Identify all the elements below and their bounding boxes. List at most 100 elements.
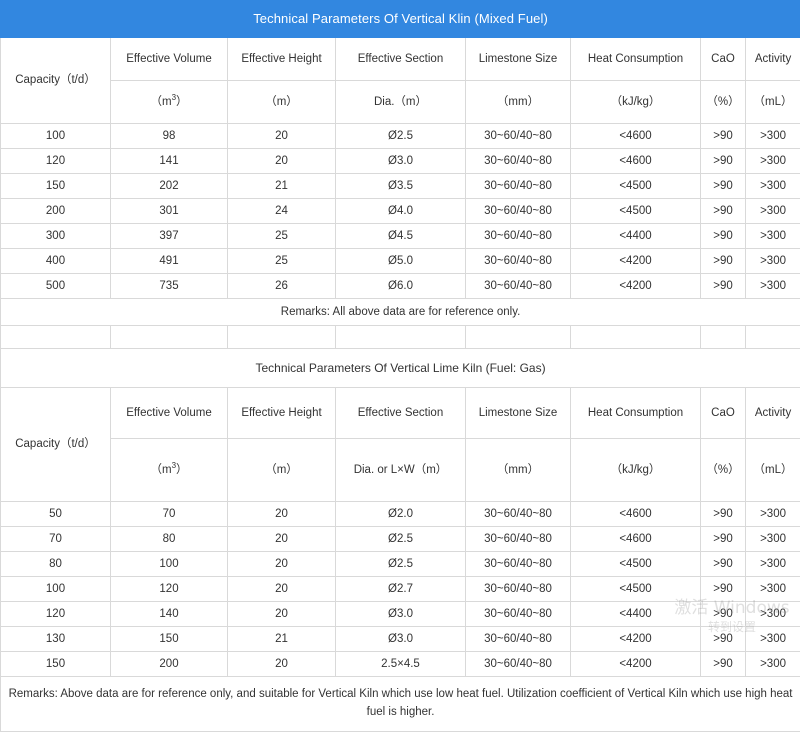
table1-cell: <4200	[571, 274, 701, 299]
table2-cell: 120	[1, 602, 111, 627]
table2-cell: 80	[1, 552, 111, 577]
table1-cell: >90	[701, 274, 746, 299]
table2-header-units: （m3） （m） Dia. or L×W（m） （mm） （kJ/kg） （%）…	[1, 439, 800, 502]
table2-cell: <4600	[571, 502, 701, 527]
table2-cell: 21	[228, 627, 336, 652]
table1-cell: 120	[1, 149, 111, 174]
table1-cell: >90	[701, 249, 746, 274]
table1-header-cao: CaO	[701, 38, 746, 81]
table2-cell: <4600	[571, 527, 701, 552]
table2-header-effective-height: Effective Height	[228, 388, 336, 439]
table1-title: Technical Parameters Of Vertical Klin (M…	[1, 1, 800, 38]
table1-cell: 301	[111, 199, 228, 224]
table2-cell: 70	[1, 527, 111, 552]
table2-cell: >300	[746, 502, 800, 527]
table2-cell: >90	[701, 527, 746, 552]
table2-cell: >300	[746, 602, 800, 627]
table2-header-effective-volume: Effective Volume	[111, 388, 228, 439]
table1-cell: <4600	[571, 124, 701, 149]
table1-cell: 98	[111, 124, 228, 149]
table1-header-activity: Activity	[746, 38, 800, 81]
table2-cell: 20	[228, 652, 336, 677]
table2-cell: 30~60/40~80	[466, 502, 571, 527]
table2-cell: 70	[111, 502, 228, 527]
table2-row: 708020Ø2.530~60/40~80<4600>90>300	[1, 527, 800, 552]
table2-cell: >90	[701, 627, 746, 652]
separator-cell	[111, 326, 228, 349]
parameters-sheet: Technical Parameters Of Vertical Klin (M…	[0, 0, 800, 732]
table2-cell: >300	[746, 627, 800, 652]
table2-row: 13015021Ø3.030~60/40~80<4200>90>300	[1, 627, 800, 652]
table2-unit-effective-height: （m）	[228, 439, 336, 502]
table2-cell: >300	[746, 577, 800, 602]
table2-cell: 50	[1, 502, 111, 527]
table1-row: 30039725Ø4.530~60/40~80<4400>90>300	[1, 224, 800, 249]
table2-cell: 30~60/40~80	[466, 577, 571, 602]
table1-row: 1009820Ø2.530~60/40~80<4600>90>300	[1, 124, 800, 149]
table1-cell: 30~60/40~80	[466, 199, 571, 224]
table2-row: 507020Ø2.030~60/40~80<4600>90>300	[1, 502, 800, 527]
table1-cell: 30~60/40~80	[466, 249, 571, 274]
table1-cell: >90	[701, 199, 746, 224]
table1-header-effective-volume: Effective Volume	[111, 38, 228, 81]
separator-cell	[701, 326, 746, 349]
table1-header-capacity: Capacity（t/d）	[1, 38, 111, 124]
table1-row: 40049125Ø5.030~60/40~80<4200>90>300	[1, 249, 800, 274]
table2-cell: Ø2.7	[336, 577, 466, 602]
table1-title-row: Technical Parameters Of Vertical Klin (M…	[1, 1, 800, 38]
table1-body: 1009820Ø2.530~60/40~80<4600>90>300120141…	[1, 124, 800, 299]
table1-unit-effective-volume: （m3）	[111, 81, 228, 124]
table1-unit-heat-consumption: （kJ/kg）	[571, 81, 701, 124]
table2-cell: 200	[111, 652, 228, 677]
table1-cell: 30~60/40~80	[466, 149, 571, 174]
table1-cell: >300	[746, 124, 800, 149]
table1-cell: 300	[1, 224, 111, 249]
table2-cell: 30~60/40~80	[466, 627, 571, 652]
table1-cell: 735	[111, 274, 228, 299]
table1-cell: Ø3.5	[336, 174, 466, 199]
table1-cell: 21	[228, 174, 336, 199]
table1-unit-effective-height: （m）	[228, 81, 336, 124]
table1-cell: Ø3.0	[336, 149, 466, 174]
table1-cell: <4200	[571, 249, 701, 274]
table2-unit-limestone-size: （mm）	[466, 439, 571, 502]
separator-cell	[746, 326, 800, 349]
table2-cell: >300	[746, 552, 800, 577]
table1-row: 20030124Ø4.030~60/40~80<4500>90>300	[1, 199, 800, 224]
table2-cell: <4500	[571, 552, 701, 577]
table2-unit-heat-consumption: （kJ/kg）	[571, 439, 701, 502]
table2-title: Technical Parameters Of Vertical Lime Ki…	[1, 349, 800, 388]
table2-cell: 30~60/40~80	[466, 602, 571, 627]
table2-cell: Ø2.5	[336, 527, 466, 552]
table2-cell: 100	[111, 552, 228, 577]
table2-unit-effective-section: Dia. or L×W（m）	[336, 439, 466, 502]
table2-cell: <4200	[571, 627, 701, 652]
table1-row: 15020221Ø3.530~60/40~80<4500>90>300	[1, 174, 800, 199]
table2-cell: 130	[1, 627, 111, 652]
table1-header-effective-section: Effective Section	[336, 38, 466, 81]
table2-unit-activity: （mL）	[746, 439, 800, 502]
table1-cell: <4400	[571, 224, 701, 249]
table2-cell: >90	[701, 577, 746, 602]
table1-header-heat-consumption: Heat Consumption	[571, 38, 701, 81]
table2-cell: 120	[111, 577, 228, 602]
table2-cell: >90	[701, 502, 746, 527]
table1-cell: 20	[228, 124, 336, 149]
separator-cell	[336, 326, 466, 349]
table1-cell: 397	[111, 224, 228, 249]
separator-cell	[1, 326, 111, 349]
table1-cell: >300	[746, 174, 800, 199]
separator-cell	[466, 326, 571, 349]
table2-header-heat-consumption: Heat Consumption	[571, 388, 701, 439]
table1-cell: 150	[1, 174, 111, 199]
table1-cell: 25	[228, 249, 336, 274]
table2-cell: 30~60/40~80	[466, 652, 571, 677]
table2-cell: 80	[111, 527, 228, 552]
table2-cell: <4400	[571, 602, 701, 627]
table1-cell: >90	[701, 174, 746, 199]
table1-cell: 26	[228, 274, 336, 299]
table2-remark: Remarks: Above data are for reference on…	[1, 677, 800, 732]
table1-cell: >90	[701, 124, 746, 149]
table2-row: 150200202.5×4.530~60/40~80<4200>90>300	[1, 652, 800, 677]
table2-cell: >300	[746, 527, 800, 552]
